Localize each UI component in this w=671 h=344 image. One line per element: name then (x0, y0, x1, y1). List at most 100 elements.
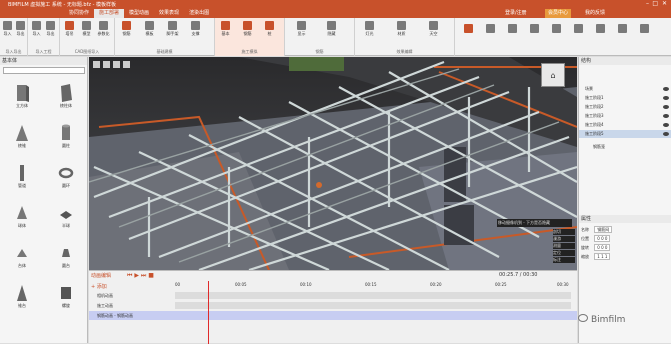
tool-basic[interactable]: 基本 (219, 21, 232, 36)
shape-frustum[interactable]: 台体 (0, 239, 44, 275)
tree-item-scene[interactable]: 场景 (579, 85, 671, 93)
scene-tree-panel: 结构 场景 施工阶段1 施工阶段2 施工阶段3 施工阶段4 施工阶段5 钢筋笼 … (578, 57, 671, 343)
eye-icon[interactable] (663, 114, 669, 118)
side-item-section[interactable]: 剖切 (553, 229, 575, 235)
shape-helix[interactable]: 螺旋 (44, 279, 88, 315)
shape-search-input[interactable] (3, 67, 85, 74)
tool-scaffold[interactable]: 脚手架 (166, 21, 179, 36)
cylinder-icon (62, 124, 70, 140)
rebar-icon (122, 21, 131, 30)
tool-extra-4[interactable] (528, 24, 541, 33)
undo-icon[interactable] (103, 61, 110, 68)
extra-icon (574, 24, 583, 33)
play-icon[interactable]: ▶ (134, 272, 139, 279)
3d-viewport[interactable]: ⌂ 移动摄像机到 - 下方是否隐藏 剖切 漫游 测量 定位 标注 (89, 57, 577, 270)
tool-rebar[interactable]: 钢筋 (120, 21, 133, 36)
stop-icon[interactable]: ■ (148, 272, 154, 279)
side-item-locate[interactable]: 定位 (553, 250, 575, 256)
tool-extra-7[interactable] (594, 24, 607, 33)
add-track-button[interactable]: + 添加 (91, 283, 107, 290)
tree-item-stage1[interactable]: 施工阶段1 (579, 94, 671, 102)
tree-item-stage2[interactable]: 施工阶段2 (579, 103, 671, 111)
tool-extra-6[interactable] (572, 24, 585, 33)
eye-icon[interactable] (663, 96, 669, 100)
tool-export[interactable]: 导出 (14, 21, 27, 36)
tab-animation[interactable]: 模型动画 (124, 9, 154, 18)
tab-deploy[interactable]: 施工部署 (94, 9, 125, 18)
shape-cylinder[interactable]: 圆柱 (44, 119, 88, 155)
shape-torus[interactable]: 圆环 (44, 159, 88, 195)
shape-cube[interactable]: 立方体 (0, 79, 44, 115)
track-row[interactable]: 钢筋动画 - 钢筋动画 (89, 311, 577, 320)
home-icon[interactable] (93, 61, 100, 68)
tree-item-stage3[interactable]: 施工阶段3 (579, 112, 671, 120)
tool-extra-3[interactable] (506, 24, 519, 33)
tool-extra-8[interactable] (616, 24, 629, 33)
tool-extra-5[interactable] (550, 24, 563, 33)
shape-pipe[interactable]: 管道 (0, 159, 44, 195)
login-link[interactable]: 登录/注册 (505, 9, 527, 18)
tool-sky[interactable]: 天空 (427, 21, 440, 36)
shape-cone-frustum[interactable]: 锥台 (0, 279, 44, 315)
animation-timeline: 动画编辑 ⏮ ▶ ⏭ ■ 00:25.7 / 00:30 + 添加 00 00:… (89, 270, 577, 344)
tab-effects[interactable]: 效果表现 (154, 9, 184, 18)
group-cad: 塔吊 模型 参数化 CAD图纸导入 (60, 18, 115, 56)
tab-render[interactable]: 渲染出图 (184, 9, 214, 18)
group-basic-model: 钢筋 模板 脚手架 支撑 基础建模 (115, 18, 215, 56)
tree-item-rebar-cage[interactable]: 钢筋笼 (579, 143, 671, 151)
eye-icon[interactable] (663, 123, 669, 127)
tool-rebar-sim[interactable]: 钢筋 (241, 21, 254, 36)
next-frame-icon[interactable]: ⏭ (141, 272, 146, 279)
tool-pile[interactable]: 桩 (263, 21, 276, 36)
tool-extra-1[interactable] (462, 24, 475, 33)
view-cube[interactable]: ⌂ (541, 63, 565, 87)
show-icon (297, 21, 306, 30)
fit-icon[interactable] (123, 61, 130, 68)
panel-title: 基本体 (0, 57, 87, 65)
tool-material[interactable]: 材质 (395, 21, 408, 36)
watermark: Bimfilm (578, 314, 671, 330)
side-item-measure[interactable]: 测量 (553, 243, 575, 249)
track-row[interactable]: 相机动画 (89, 291, 577, 300)
tool-extra-2[interactable] (484, 24, 497, 33)
vip-button[interactable]: 会员中心 (545, 9, 572, 18)
tool-model[interactable]: 模型 (80, 21, 93, 36)
tool-formwork[interactable]: 模板 (143, 21, 156, 36)
project-export-icon (46, 21, 55, 30)
tool-support[interactable]: 支撑 (189, 21, 202, 36)
prev-frame-icon[interactable]: ⏮ (127, 272, 132, 279)
viewport-top-icons (93, 61, 130, 68)
eye-icon[interactable] (663, 87, 669, 91)
tool-light[interactable]: 灯光 (363, 21, 376, 36)
maximize-icon[interactable]: □ (652, 0, 658, 7)
tool-import[interactable]: 导入 (1, 21, 14, 36)
eye-icon[interactable] (663, 105, 669, 109)
tool-hide[interactable]: 隐藏 (325, 21, 338, 36)
tab-coop[interactable]: 协同协作 (64, 9, 94, 18)
track-row[interactable]: 施工动画 (89, 301, 577, 310)
tool-extra-9[interactable] (638, 24, 651, 33)
tool-import-project[interactable]: 导入 (30, 21, 43, 36)
playhead[interactable] (208, 281, 209, 344)
shape-prism[interactable]: 棱柱体 (44, 79, 88, 115)
eye-icon[interactable] (663, 132, 669, 136)
side-item-annotate[interactable]: 标注 (553, 257, 575, 263)
close-icon[interactable]: ✕ (662, 0, 667, 7)
shape-truncated-cone[interactable]: 圆台 (44, 239, 88, 275)
tool-show[interactable]: 显示 (295, 21, 308, 36)
tool-crane[interactable]: 塔吊 (63, 21, 76, 36)
redo-icon[interactable] (113, 61, 120, 68)
shape-pyramid[interactable]: 棱锥 (0, 119, 44, 155)
light-icon (365, 21, 374, 30)
tree-item-stage4[interactable]: 施工阶段4 (579, 121, 671, 129)
tool-parametric[interactable]: 参数化 (97, 21, 110, 36)
shape-hemisphere[interactable]: 半球 (44, 199, 88, 235)
cone-frustum-icon (17, 285, 27, 301)
tool-export-project[interactable]: 导出 (44, 21, 57, 36)
tree-item-stage5[interactable]: 施工阶段5 (579, 130, 671, 138)
side-item-walk[interactable]: 漫游 (553, 236, 575, 242)
feedback-link[interactable]: 我的反馈 (585, 9, 605, 18)
sphere-icon (17, 206, 27, 219)
minimize-icon[interactable]: – (646, 0, 649, 7)
shape-sphere[interactable]: 球体 (0, 199, 44, 235)
